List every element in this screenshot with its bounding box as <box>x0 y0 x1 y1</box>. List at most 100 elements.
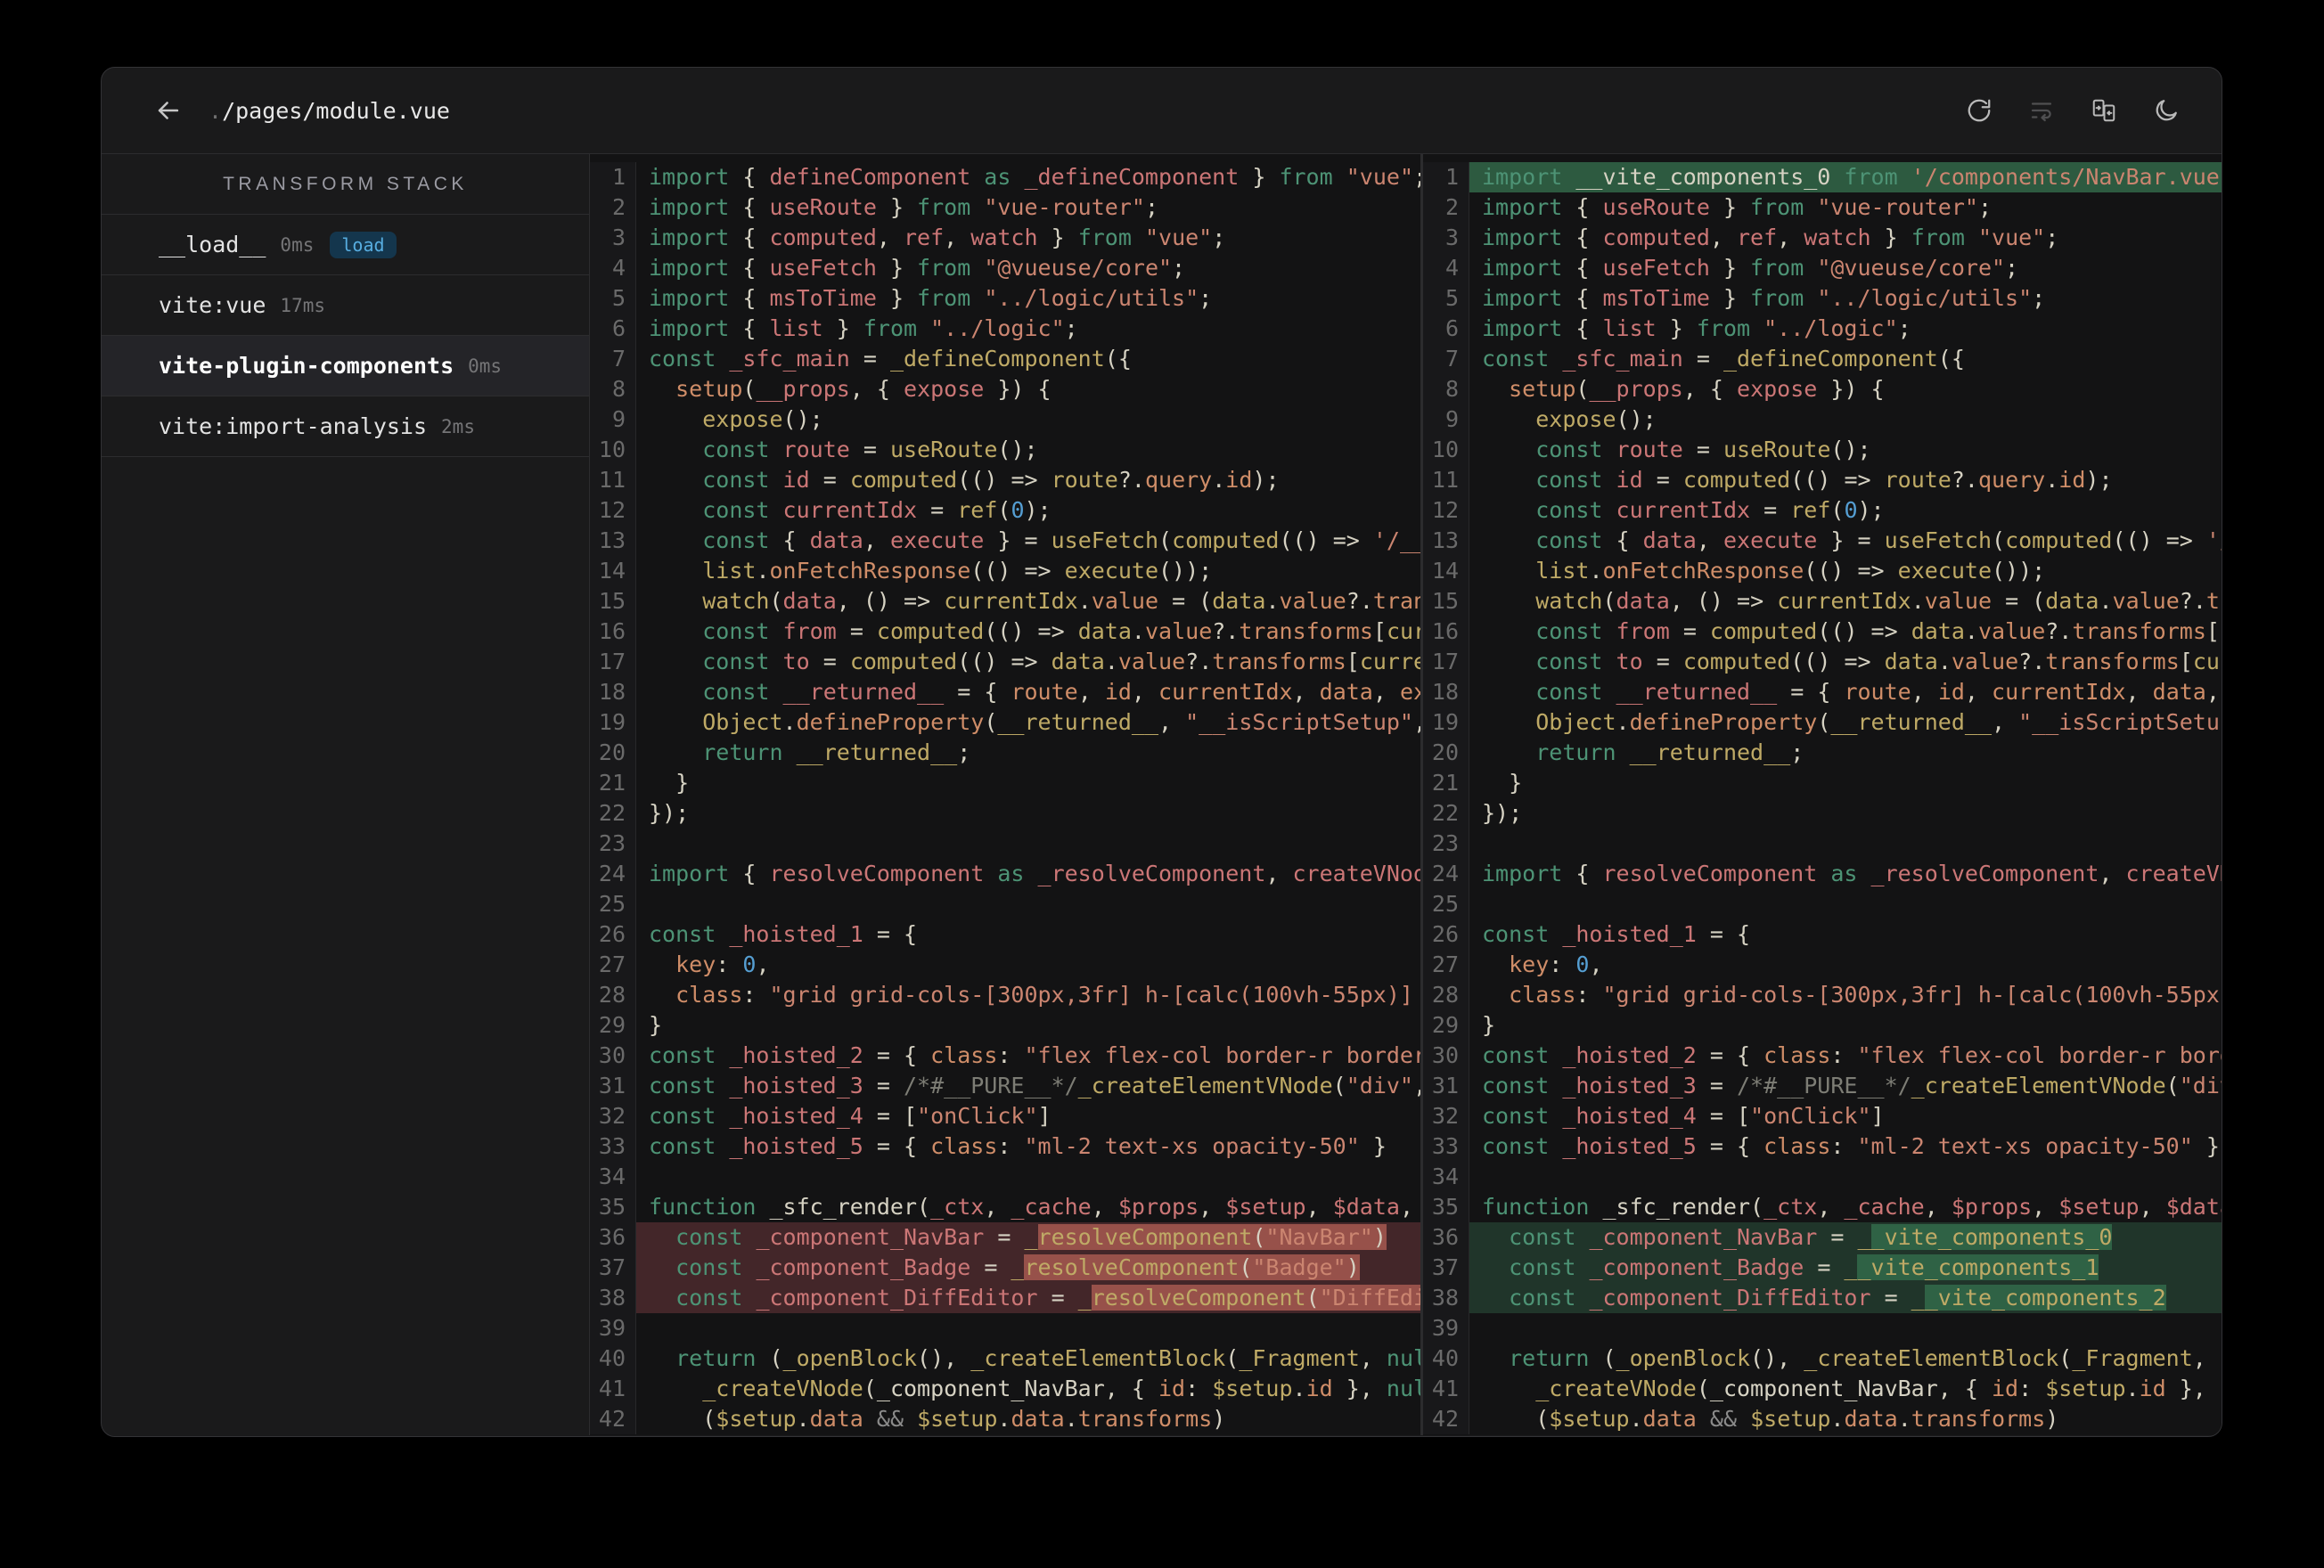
code-line: 30 const _hoisted_2 = { class: "flex flex… <box>1423 1041 2222 1071</box>
line-number: 25 <box>590 889 636 919</box>
line-number: 25 <box>1423 889 1469 919</box>
code-line: 23 <box>590 829 1420 859</box>
code-line: 13 const { data, execute } = useFetch(co… <box>1423 526 2222 556</box>
code-text: const currentIdx = ref(0); <box>702 497 1052 523</box>
code-text: const _hoisted_5 = { class: "ml-2 text-x… <box>649 1133 1387 1159</box>
line-number: 28 <box>590 980 636 1010</box>
code-text: const _component_DiffEditor = _resolveCo… <box>636 1283 1420 1313</box>
code-line: 10 const route = useRoute(); <box>590 435 1420 465</box>
code-text: list.onFetchResponse(() => execute()); <box>1535 558 2046 584</box>
code-line: 39 <box>590 1313 1420 1343</box>
line-number: 30 <box>1423 1041 1469 1071</box>
code-text: const _component_Badge = _resolveCompone… <box>636 1253 1420 1283</box>
plugin-name: __load__ <box>159 232 266 257</box>
code-line: 18 const __returned__ = { route, id, cur… <box>1423 677 2222 707</box>
code-text: watch(data, () => currentIdx.value = (da… <box>1535 588 2222 614</box>
code-line: 10 const route = useRoute(); <box>1423 435 2222 465</box>
inspector-window: ./pages/module.vue TRANSFORM STACK __loa… <box>101 67 2222 1437</box>
code-text: const currentIdx = ref(0); <box>1535 497 1885 523</box>
back-button[interactable] <box>151 94 185 127</box>
line-number: 19 <box>590 707 636 738</box>
code-line: 20 return __returned__; <box>590 738 1420 768</box>
plugin-name: vite:vue <box>159 292 266 318</box>
code-text: import { useFetch } from "@vueuse/core"; <box>649 255 1186 281</box>
line-number: 28 <box>1423 980 1469 1010</box>
code-text: }); <box>1482 800 1523 826</box>
line-number: 2 <box>590 192 636 223</box>
code-line: 28 class: "grid grid-cols-[300px,3fr] h-… <box>590 980 1420 1010</box>
line-number: 22 <box>1423 798 1469 829</box>
code-line: 15 watch(data, () => currentIdx.value = … <box>590 586 1420 617</box>
code-text: const _sfc_main = _defineComponent({ <box>649 346 1132 372</box>
transform-stack-item-vite:vue[interactable]: vite:vue 17ms <box>102 275 589 336</box>
code-line: 6 import { list } from "../logic"; <box>1423 314 2222 344</box>
line-number: 1 <box>1423 162 1469 192</box>
diff-right-panel: 1 import __vite_components_0 from '/compo… <box>1423 154 2222 1435</box>
line-number: 22 <box>590 798 636 829</box>
code-text: Object.defineProperty(__returned__, "__i… <box>702 709 1420 735</box>
code-text: const to = computed(() => data.value?.tr… <box>1535 649 2222 674</box>
code-text: import { useRoute } from "vue-router"; <box>649 194 1159 220</box>
code-line: 40 return (_openBlock(), _createElementB… <box>1423 1343 2222 1374</box>
line-number: 18 <box>1423 677 1469 707</box>
code-line: 4 import { useFetch } from "@vueuse/core"… <box>590 253 1420 283</box>
code-line: 22}); <box>590 798 1420 829</box>
line-number: 17 <box>1423 647 1469 677</box>
line-number: 34 <box>590 1162 636 1192</box>
line-number: 11 <box>590 465 636 495</box>
code-text: const _hoisted_1 = { <box>1482 921 1751 947</box>
code-text <box>636 1313 1420 1343</box>
code-text: expose(); <box>1535 406 1657 432</box>
code-text: list.onFetchResponse(() => execute()); <box>702 558 1213 584</box>
split-view-icon[interactable] <box>2090 96 2118 125</box>
code-line: 5 import { msToTime } from "../logic/util… <box>1423 283 2222 314</box>
code-text: const _component_NavBar = _resolveCompon… <box>636 1222 1420 1253</box>
line-number: 5 <box>590 283 636 314</box>
code-line: 31 const _hoisted_3 = /*#__PURE__*/_creat… <box>1423 1071 2222 1101</box>
code-text: import { list } from "../logic"; <box>1482 315 1911 341</box>
line-number: 42 <box>1423 1404 1469 1434</box>
wrap-lines-icon[interactable] <box>2027 96 2056 125</box>
code-text: setup(__props, { expose }) { <box>675 376 1052 402</box>
refresh-icon[interactable] <box>1965 96 1993 125</box>
code-text: const _hoisted_4 = ["onClick"] <box>649 1103 1052 1129</box>
code-text: import { list } from "../logic"; <box>649 315 1078 341</box>
plugin-time: 17ms <box>280 294 325 316</box>
line-number: 10 <box>1423 435 1469 465</box>
code-text <box>636 829 1420 859</box>
code-text <box>1469 1162 2222 1192</box>
code-text: const from = computed(() => data.value?.… <box>1535 618 2222 644</box>
code-line: 14 list.onFetchResponse(() => execute())… <box>1423 556 2222 586</box>
line-number: 41 <box>1423 1374 1469 1404</box>
code-text: } <box>649 1012 663 1038</box>
line-number: 26 <box>1423 919 1469 950</box>
code-line: 38 const _component_DiffEditor = __vite_… <box>1423 1283 2222 1313</box>
line-number: 31 <box>590 1071 636 1101</box>
code-text: const { data, execute } = useFetch(compu… <box>1535 527 2222 553</box>
code-line: 11 const id = computed(() => route?.quer… <box>590 465 1420 495</box>
code-line: 2 import { useRoute } from "vue-router"; <box>1423 192 2222 223</box>
transform-stack-item-__load__[interactable]: __load__ 0ms load <box>102 215 589 275</box>
code-text: import { computed, ref, watch } from "vu… <box>1482 225 2059 250</box>
code-text: const _hoisted_2 = { class: "flex flex-c… <box>649 1042 1420 1068</box>
code-line: 39 <box>1423 1313 2222 1343</box>
code-line: 2 import { useRoute } from "vue-router"; <box>590 192 1420 223</box>
plugin-name: vite-plugin-components <box>159 353 454 379</box>
line-number: 34 <box>1423 1162 1469 1192</box>
header-bar: ./pages/module.vue <box>102 68 2222 154</box>
line-number: 21 <box>590 768 636 798</box>
transform-stack-item-vite-plugin-components[interactable]: vite-plugin-components 0ms <box>102 336 589 396</box>
code-line: 32 const _hoisted_4 = ["onClick"] <box>590 1101 1420 1131</box>
transform-stack-item-vite:import-analysis[interactable]: vite:import-analysis 2ms <box>102 396 589 457</box>
code-line: 25 <box>590 889 1420 919</box>
code-line: 1 import __vite_components_0 from '/compo… <box>1423 162 2222 192</box>
code-text: const route = useRoute(); <box>702 437 1038 462</box>
line-number: 10 <box>590 435 636 465</box>
line-number: 32 <box>1423 1101 1469 1131</box>
dark-mode-icon[interactable] <box>2152 96 2181 125</box>
line-number: 9 <box>1423 404 1469 435</box>
code-line: 30 const _hoisted_2 = { class: "flex flex… <box>590 1041 1420 1071</box>
diff-right-lines: 1 import __vite_components_0 from '/compo… <box>1423 162 2222 1434</box>
line-number: 29 <box>1423 1010 1469 1041</box>
code-text <box>636 889 1420 919</box>
